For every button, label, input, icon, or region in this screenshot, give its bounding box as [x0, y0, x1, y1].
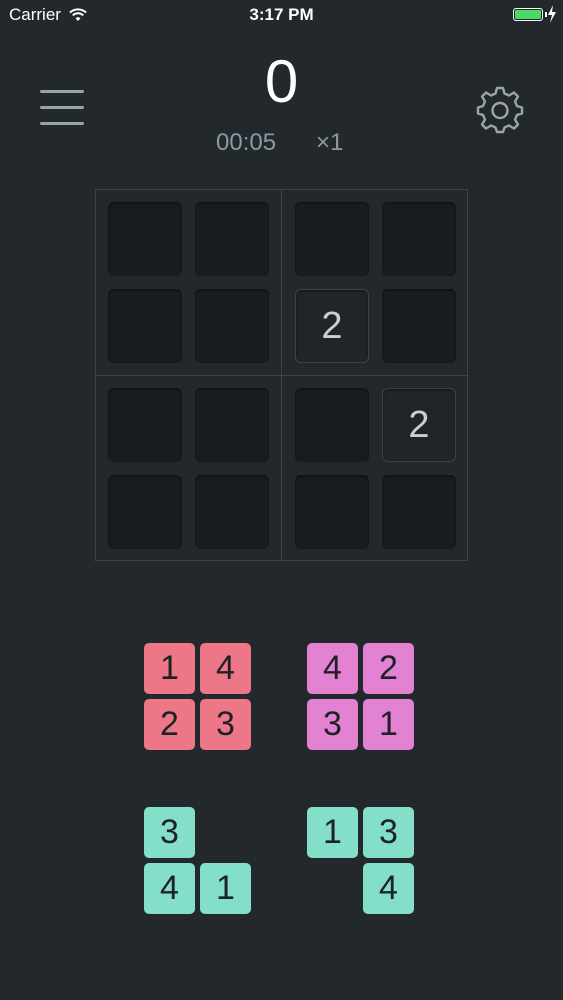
board-cell[interactable]	[295, 388, 369, 462]
board-cell[interactable]	[108, 475, 182, 549]
piece-tile: 1	[307, 807, 358, 858]
piece-2[interactable]: 4231	[307, 643, 415, 751]
piece-tile: 1	[363, 699, 414, 750]
board-cell[interactable]	[382, 202, 456, 276]
piece-1[interactable]: 1423	[144, 643, 252, 751]
board-cell[interactable]: 2	[382, 388, 456, 462]
board-cell[interactable]: 2	[295, 289, 369, 363]
piece-tile: 1	[144, 643, 195, 694]
piece-tile: 2	[144, 699, 195, 750]
piece-tile: 2	[363, 643, 414, 694]
lightning-bolt-icon	[548, 5, 556, 23]
board-cell[interactable]	[195, 289, 269, 363]
piece-3[interactable]: 341	[144, 807, 252, 915]
piece-4[interactable]: 134	[307, 807, 415, 915]
board-cell[interactable]	[295, 475, 369, 549]
piece-tile: 4	[144, 863, 195, 914]
board-cell[interactable]	[195, 202, 269, 276]
piece-tile: 3	[307, 699, 358, 750]
board-cell[interactable]	[108, 388, 182, 462]
piece-tile: 3	[144, 807, 195, 858]
piece-tile: 4	[200, 643, 251, 694]
multiplier: ×1	[316, 129, 344, 156]
board-cell[interactable]	[108, 202, 182, 276]
board-cell[interactable]	[195, 388, 269, 462]
piece-tile: 4	[363, 863, 414, 914]
board-cell[interactable]	[195, 475, 269, 549]
piece-tile: 4	[307, 643, 358, 694]
board-cell[interactable]	[108, 289, 182, 363]
board-cell[interactable]	[382, 475, 456, 549]
piece-tile: 1	[200, 863, 251, 914]
battery-icon	[513, 8, 543, 21]
piece-tile: 3	[363, 807, 414, 858]
gear-icon[interactable]	[476, 86, 524, 134]
menu-line	[40, 122, 84, 125]
board-cell[interactable]	[382, 289, 456, 363]
piece-tile: 3	[200, 699, 251, 750]
board-cell[interactable]	[295, 202, 369, 276]
timer: 00:05	[216, 129, 277, 156]
status-time: 3:17 PM	[249, 5, 314, 24]
status-bar: Carrier 3:17 PM	[0, 0, 563, 30]
board-divider-horizontal	[95, 375, 468, 376]
